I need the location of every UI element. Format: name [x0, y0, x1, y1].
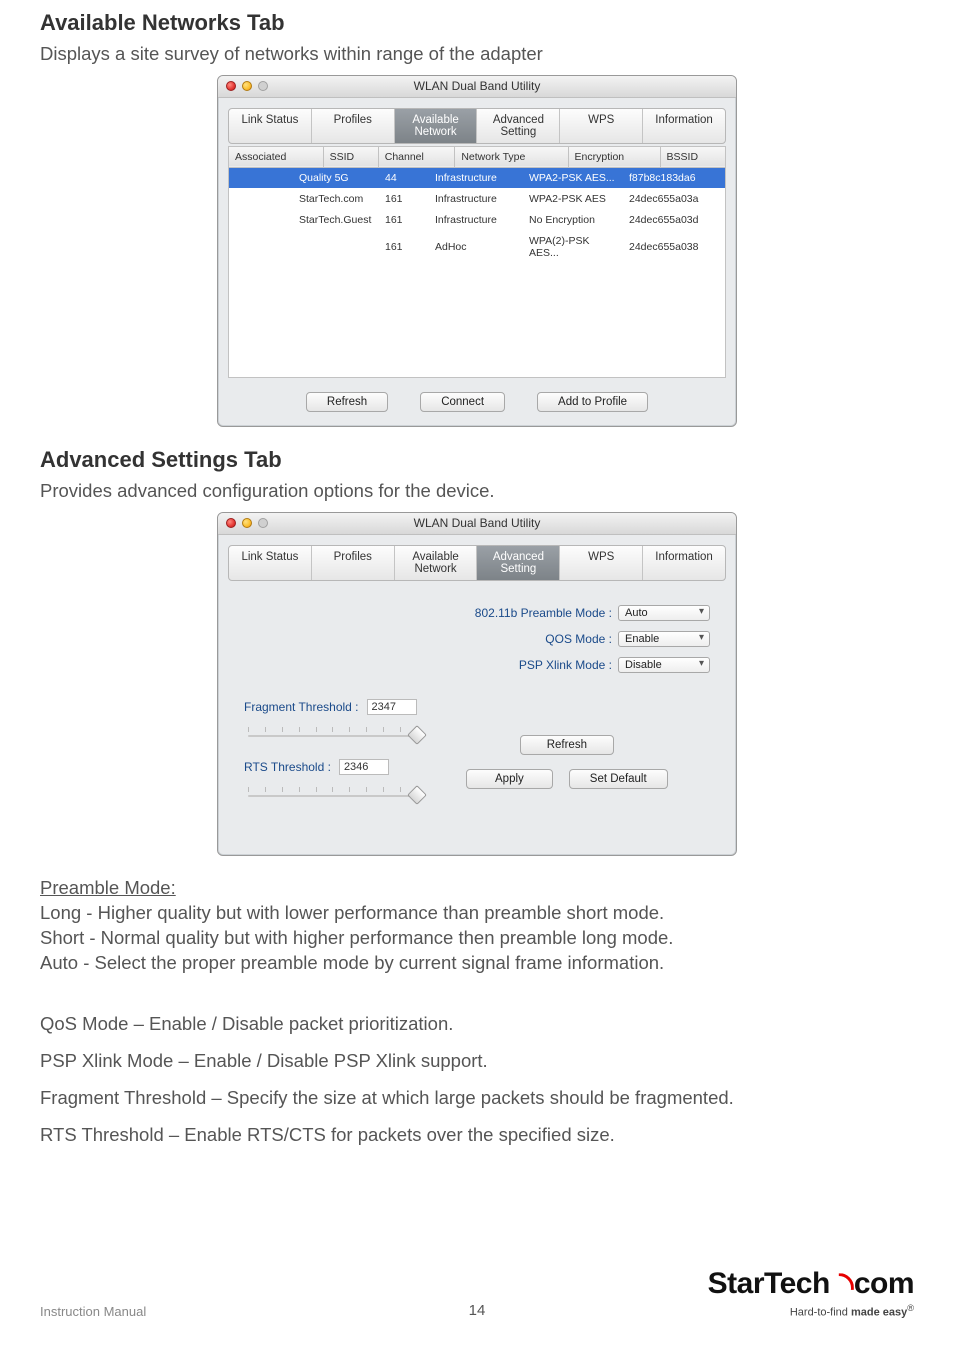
- tab-bar: Link Status Profiles Available Network A…: [228, 108, 726, 144]
- heading-advanced-settings: Advanced Settings Tab: [40, 447, 914, 473]
- rts-threshold-input[interactable]: 2346: [339, 759, 389, 775]
- add-to-profile-button[interactable]: Add to Profile: [537, 392, 648, 412]
- cell-ntype: Infrastructure: [429, 168, 523, 189]
- refresh-button[interactable]: Refresh: [520, 735, 614, 755]
- cell-channel: 161: [379, 209, 429, 230]
- advanced-setting-window: WLAN Dual Band Utility Link Status Profi…: [217, 512, 737, 856]
- qos-mode-select[interactable]: Enable: [618, 631, 710, 647]
- psp-xlink-select[interactable]: Disable: [618, 657, 710, 673]
- cell-bssid: f87b8c183da6: [623, 168, 725, 189]
- cell-enc: No Encryption: [523, 209, 623, 230]
- cell-enc: WPA(2)-PSK AES...: [523, 230, 623, 263]
- cell-ssid: Quality 5G: [293, 168, 379, 189]
- fragment-threshold-text: Fragment Threshold – Specify the size at…: [40, 1086, 914, 1111]
- tab-available-network[interactable]: Available Network: [395, 546, 478, 580]
- tab-advanced-setting[interactable]: Advanced Setting: [477, 109, 560, 143]
- cell-ssid: StarTech.Guest: [293, 209, 379, 230]
- close-icon[interactable]: [226, 81, 236, 91]
- col-channel[interactable]: Channel: [378, 146, 455, 167]
- cell-enc: WPA2-PSK AES: [523, 188, 623, 209]
- table-row[interactable]: StarTech.Guest 161 Infrastructure No Enc…: [229, 209, 725, 230]
- col-bssid[interactable]: BSSID: [660, 146, 725, 167]
- psp-xlink-label: PSP Xlink Mode :: [519, 658, 612, 672]
- desc-advanced-settings: Provides advanced configuration options …: [40, 479, 914, 504]
- cell-bssid: 24dec655a038: [623, 230, 725, 263]
- apply-button[interactable]: Apply: [466, 769, 553, 789]
- rts-threshold-label: RTS Threshold :: [244, 760, 331, 774]
- table-row[interactable]: Quality 5G 44 Infrastructure WPA2-PSK AE…: [229, 168, 725, 189]
- cell-channel: 161: [379, 188, 429, 209]
- rts-threshold-text: RTS Threshold – Enable RTS/CTS for packe…: [40, 1123, 914, 1148]
- tab-advanced-setting[interactable]: Advanced Setting: [477, 546, 560, 580]
- window-title: WLAN Dual Band Utility: [218, 516, 736, 530]
- col-network-type[interactable]: Network Type: [455, 146, 568, 167]
- col-ssid[interactable]: SSID: [323, 146, 378, 167]
- fragment-threshold-slider[interactable]: [248, 721, 418, 741]
- table-row[interactable]: StarTech.com 161 Infrastructure WPA2-PSK…: [229, 188, 725, 209]
- logo-suffix: com: [854, 1267, 914, 1300]
- tab-available-network[interactable]: Available Network: [395, 109, 478, 143]
- preamble-mode-label: 802.11b Preamble Mode :: [475, 606, 612, 620]
- cell-bssid: 24dec655a03a: [623, 188, 725, 209]
- desc-available-networks: Displays a site survey of networks withi…: [40, 42, 914, 67]
- window-titlebar: WLAN Dual Band Utility: [218, 513, 736, 535]
- tab-wps[interactable]: WPS: [560, 109, 643, 143]
- rts-threshold-slider[interactable]: [248, 781, 418, 801]
- page-number: 14: [40, 1302, 914, 1319]
- cell-enc: WPA2-PSK AES...: [523, 168, 623, 189]
- cell-ntype: Infrastructure: [429, 188, 523, 209]
- col-associated[interactable]: Associated: [229, 146, 324, 167]
- set-default-button[interactable]: Set Default: [569, 769, 668, 789]
- qos-mode-text: QoS Mode – Enable / Disable packet prior…: [40, 1012, 914, 1037]
- table-row[interactable]: 161 AdHoc WPA(2)-PSK AES... 24dec655a038: [229, 230, 725, 263]
- preamble-mode-heading: Preamble Mode:: [40, 876, 914, 901]
- heading-available-networks: Available Networks Tab: [40, 10, 914, 36]
- tab-wps[interactable]: WPS: [560, 546, 643, 580]
- minimize-icon[interactable]: [242, 518, 252, 528]
- psp-xlink-text: PSP Xlink Mode – Enable / Disable PSP Xl…: [40, 1049, 914, 1074]
- tab-bar: Link Status Profiles Available Network A…: [228, 545, 726, 581]
- cell-channel: 44: [379, 168, 429, 189]
- available-network-window: WLAN Dual Band Utility Link Status Profi…: [217, 75, 737, 427]
- close-icon[interactable]: [226, 518, 236, 528]
- qos-mode-label: QOS Mode :: [545, 632, 612, 646]
- refresh-button[interactable]: Refresh: [306, 392, 388, 412]
- fragment-threshold-input[interactable]: 2347: [367, 699, 417, 715]
- cell-channel: 161: [379, 230, 429, 263]
- minimize-icon[interactable]: [242, 81, 252, 91]
- window-titlebar: WLAN Dual Band Utility: [218, 76, 736, 98]
- connect-button[interactable]: Connect: [420, 392, 505, 412]
- preamble-mode-select[interactable]: Auto: [618, 605, 710, 621]
- tab-information[interactable]: Information: [643, 109, 725, 143]
- tab-profiles[interactable]: Profiles: [312, 109, 395, 143]
- logo-brand: StarTech: [708, 1267, 830, 1300]
- preamble-short-text: Short - Normal quality but with higher p…: [40, 926, 914, 951]
- tab-link-status[interactable]: Link Status: [229, 109, 312, 143]
- preamble-auto-text: Auto - Select the proper preamble mode b…: [40, 951, 914, 976]
- col-encryption[interactable]: Encryption: [568, 146, 660, 167]
- cell-ntype: Infrastructure: [429, 209, 523, 230]
- tab-information[interactable]: Information: [643, 546, 725, 580]
- swoosh-icon: [828, 1277, 854, 1295]
- cell-ssid: [293, 230, 379, 263]
- fragment-threshold-label: Fragment Threshold :: [244, 700, 359, 714]
- cell-ssid: StarTech.com: [293, 188, 379, 209]
- preamble-long-text: Long - Higher quality but with lower per…: [40, 901, 914, 926]
- window-title: WLAN Dual Band Utility: [218, 79, 736, 93]
- zoom-icon[interactable]: [258, 81, 268, 91]
- tab-link-status[interactable]: Link Status: [229, 546, 312, 580]
- zoom-icon[interactable]: [258, 518, 268, 528]
- network-table: Associated SSID Channel Network Type Enc…: [228, 146, 726, 168]
- tab-profiles[interactable]: Profiles: [312, 546, 395, 580]
- cell-bssid: 24dec655a03d: [623, 209, 725, 230]
- cell-ntype: AdHoc: [429, 230, 523, 263]
